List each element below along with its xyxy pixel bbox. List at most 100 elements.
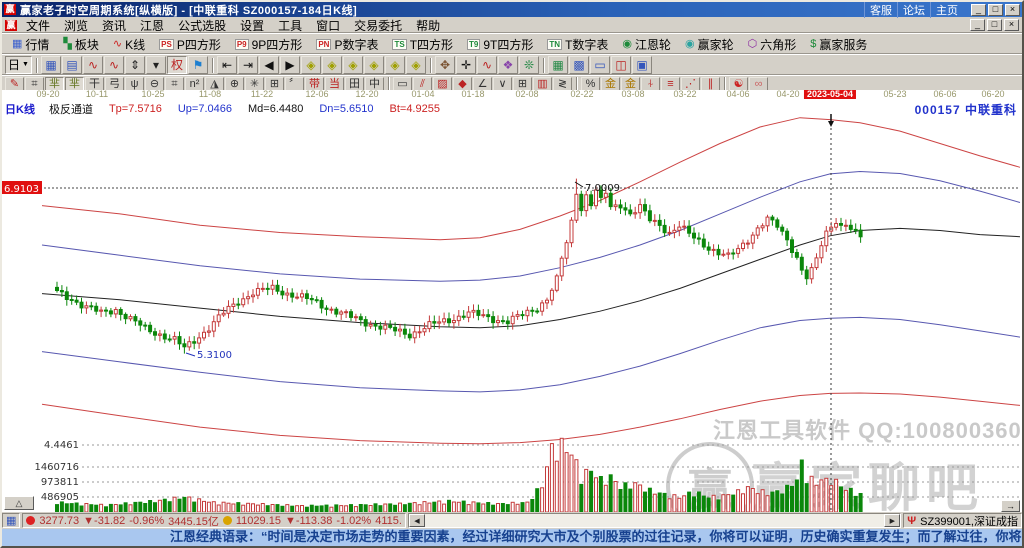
value-slider-icon[interactable]: ⇕ xyxy=(125,56,145,74)
last-bar-icon[interactable]: ⇥ xyxy=(238,56,258,74)
center-line-icon[interactable]: 中 xyxy=(365,77,384,91)
target-tool-icon[interactable]: ⊕ xyxy=(225,77,244,91)
quotes-button[interactable]: ▦行情 xyxy=(5,35,56,54)
calendar-icon[interactable]: ▦ xyxy=(548,56,568,74)
titlebar-link-3[interactable]: 主页 xyxy=(930,2,963,18)
step-back-icon[interactable]: ◀ xyxy=(259,56,279,74)
star-burst-icon[interactable]: ✳ xyxy=(245,77,264,91)
child-window-close-button[interactable]: × xyxy=(1004,19,1019,31)
arc-tool-icon[interactable]: 弓 xyxy=(105,77,124,91)
keyboard-icon[interactable]: ▭ xyxy=(590,56,610,74)
pen-tool-icon[interactable]: ✎ xyxy=(5,77,24,91)
menu-item-4[interactable]: 江恩 xyxy=(133,17,171,34)
period-label[interactable]: 日K线 xyxy=(5,101,35,117)
p-table-button[interactable]: PNP数字表 xyxy=(309,35,385,54)
menu-item-1[interactable]: 文件 xyxy=(19,17,57,34)
gann-wheel-button[interactable]: ◉江恩轮 xyxy=(615,35,678,54)
restoration-icon[interactable]: 权 xyxy=(167,56,187,74)
trend-chart2-icon[interactable]: ∿ xyxy=(104,56,124,74)
menu-item-8[interactable]: 窗口 xyxy=(309,17,347,34)
golden-section-icon[interactable]: 金 xyxy=(621,77,640,91)
tick-marks-icon[interactable]: 〞 xyxy=(285,77,304,91)
gann-net-icon[interactable]: ❖ xyxy=(498,56,518,74)
scrollbar-left-arrow[interactable]: ◀ xyxy=(409,514,425,527)
window-layout-icon[interactable]: ▦ xyxy=(41,56,61,74)
cycle-diamond-3-icon[interactable]: ◈ xyxy=(343,56,363,74)
app-menu-icon[interactable]: 赢 xyxy=(5,20,17,31)
info-view-icon[interactable]: ▤ xyxy=(62,56,82,74)
gann-fan-down-icon[interactable]: 芈 xyxy=(65,77,84,91)
price-band-icon[interactable]: 当 xyxy=(325,77,344,91)
t9-square-button[interactable]: T99T四方形 xyxy=(460,35,540,54)
scrollbar-track[interactable] xyxy=(425,514,884,527)
spiral-tool-icon[interactable]: ❊ xyxy=(519,56,539,74)
ray-fan-icon[interactable]: ⫽ xyxy=(413,77,432,91)
field-grid-icon[interactable]: 田 xyxy=(345,77,364,91)
golden-ratio-icon[interactable]: 金 xyxy=(601,77,620,91)
window-close-button[interactable]: × xyxy=(1005,4,1020,16)
hash-grid-icon[interactable]: ⌗ xyxy=(165,77,184,91)
cycle-diamond-5-icon[interactable]: ◈ xyxy=(385,56,405,74)
cycle-diamond-1-icon[interactable]: ◈ xyxy=(301,56,321,74)
gann-fan-up-icon[interactable]: 芈 xyxy=(45,77,64,91)
infinity-icon[interactable]: ∞ xyxy=(749,77,768,91)
window-restore-button[interactable]: □ xyxy=(988,4,1003,16)
date-tag-highlight[interactable]: 2023-05-04 xyxy=(804,90,856,99)
menu-item-2[interactable]: 浏览 xyxy=(57,17,95,34)
speed-lines-icon[interactable]: ⋰ xyxy=(681,77,700,91)
square-n2-icon[interactable]: n² xyxy=(185,77,204,91)
band-tool-icon[interactable]: 带 xyxy=(305,77,324,91)
status-grid-panel[interactable]: ▦ xyxy=(2,513,20,528)
fib-levels-icon[interactable]: ≡ xyxy=(661,77,680,91)
child-window-restore-button[interactable]: □ xyxy=(987,19,1002,31)
titlebar-link-1[interactable]: 客服 xyxy=(864,2,897,18)
ruler-tool-icon[interactable]: 干 xyxy=(85,77,104,91)
angle-tool-icon[interactable]: ∠ xyxy=(473,77,492,91)
zigzag-tool-icon[interactable]: ≷ xyxy=(553,77,572,91)
period-day-button[interactable]: 日▼ xyxy=(5,56,32,74)
caret-down-icon[interactable]: ▾ xyxy=(146,56,166,74)
pitchfork-tool-icon[interactable]: ψ xyxy=(125,77,144,91)
check-line-icon[interactable]: ∨ xyxy=(493,77,512,91)
hatch-grid-icon[interactable]: ▥ xyxy=(533,77,552,91)
menu-item-6[interactable]: 设置 xyxy=(233,17,271,34)
kline-button[interactable]: ∿K线 xyxy=(106,35,152,54)
p-square-button[interactable]: PSP四方形 xyxy=(152,35,228,54)
t-square-button[interactable]: TST四方形 xyxy=(385,35,460,54)
ellipse-tool-icon[interactable]: ⊖ xyxy=(145,77,164,91)
scroll-right-button[interactable]: → xyxy=(1001,500,1020,512)
t-table-button[interactable]: TNT数字表 xyxy=(540,35,615,54)
cycle-diamond-6-icon[interactable]: ◈ xyxy=(406,56,426,74)
percent-tool-icon[interactable]: % xyxy=(581,77,600,91)
rect-select-icon[interactable]: ▭ xyxy=(393,77,412,91)
menu-item-10[interactable]: 帮助 xyxy=(409,17,447,34)
current-symbol-panel[interactable]: Ψ SZ399001,深证成指 xyxy=(903,513,1022,528)
menu-item-3[interactable]: 资讯 xyxy=(95,17,133,34)
wave-marker-icon[interactable]: ∿ xyxy=(477,56,497,74)
step-forward-icon[interactable]: ▶ xyxy=(280,56,300,74)
calculator-icon[interactable]: ▩ xyxy=(569,56,589,74)
sectors-button[interactable]: ▚板块 xyxy=(56,35,105,54)
parallel-channel-icon[interactable]: ∥ xyxy=(701,77,720,91)
yinyang-icon[interactable]: ☯ xyxy=(729,77,748,91)
chart-plot-area[interactable]: 14607169738114869054.44617.00095.31006.9… xyxy=(2,90,1022,512)
table-grid-icon[interactable]: ⊞ xyxy=(513,77,532,91)
cycle-diamond-4-icon[interactable]: ◈ xyxy=(364,56,384,74)
hexagon-button[interactable]: ⬡六角形 xyxy=(741,35,804,54)
shade-box-icon[interactable]: ▨ xyxy=(433,77,452,91)
trend-chart-icon[interactable]: ∿ xyxy=(83,56,103,74)
diamond-mark-icon[interactable]: ◆ xyxy=(453,77,472,91)
pan-hand-icon[interactable]: ✥ xyxy=(435,56,455,74)
window-minimize-button[interactable]: _ xyxy=(971,4,986,16)
child-window-minimize-button[interactable]: _ xyxy=(970,19,985,31)
data-manager-icon[interactable]: ▣ xyxy=(632,56,652,74)
chart-canvas[interactable]: 14607169738114869054.44617.00095.31006.9… xyxy=(2,90,1022,512)
titlebar-link-2[interactable]: 论坛 xyxy=(897,2,930,18)
menu-item-5[interactable]: 公式选股 xyxy=(171,17,233,34)
p9-square-button[interactable]: P99P四方形 xyxy=(228,35,309,54)
crosshair-tool-icon[interactable]: ✛ xyxy=(456,56,476,74)
menu-item-9[interactable]: 交易委托 xyxy=(347,17,409,34)
winner-service-button[interactable]: $赢家服务 xyxy=(803,35,874,54)
save-layout-icon[interactable]: ◫ xyxy=(611,56,631,74)
scrollbar-right-arrow[interactable]: ▶ xyxy=(884,514,900,527)
